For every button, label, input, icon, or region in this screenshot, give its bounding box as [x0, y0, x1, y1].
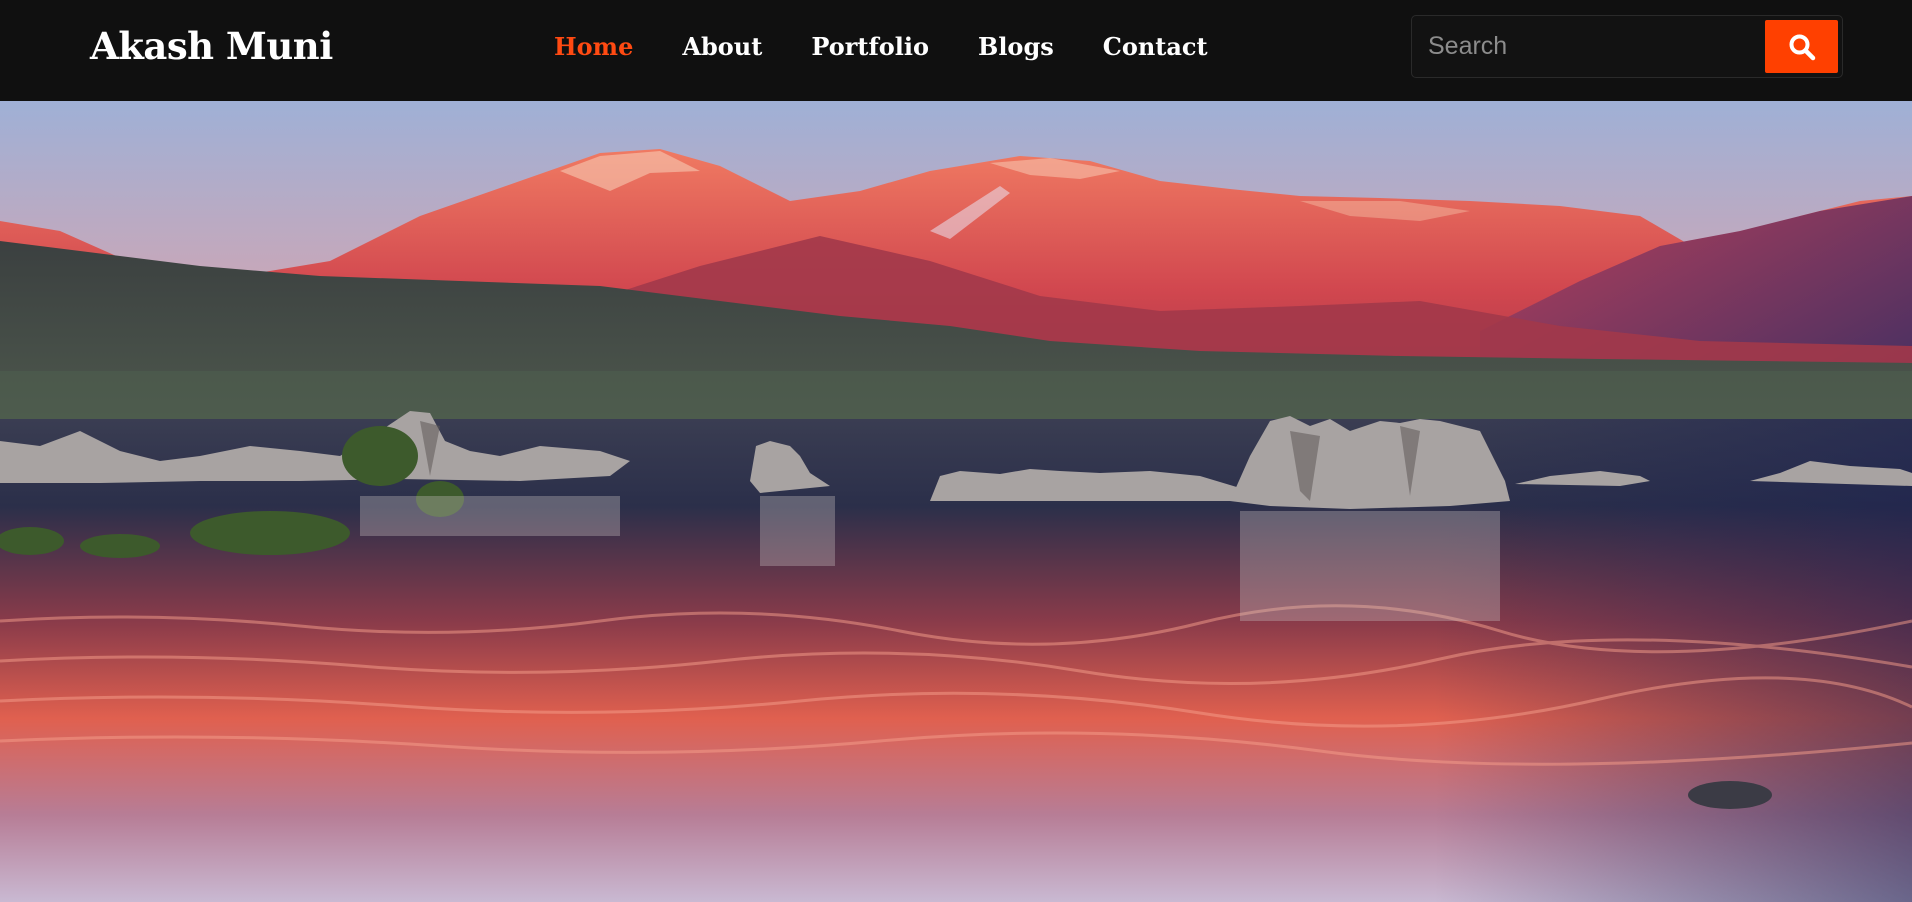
brand-logo-text[interactable]: Akash Muni — [90, 20, 333, 72]
nav-link-about[interactable]: About — [682, 28, 762, 66]
nav-link-blogs[interactable]: Blogs — [978, 28, 1054, 66]
main-nav: Home About Portfolio Blogs Contact — [554, 28, 1257, 66]
hero-banner-image — [0, 101, 1912, 902]
search-button[interactable] — [1765, 20, 1838, 73]
search-input[interactable] — [1422, 24, 1762, 68]
nav-link-home[interactable]: Home — [554, 28, 633, 66]
nav-link-contact[interactable]: Contact — [1103, 28, 1208, 66]
search-icon — [1789, 34, 1815, 60]
top-navbar: Akash Muni Home About Portfolio Blogs Co… — [0, 0, 1912, 101]
search-form — [1411, 15, 1843, 78]
landscape-photo — [0, 101, 1912, 902]
nav-link-portfolio[interactable]: Portfolio — [811, 28, 929, 66]
